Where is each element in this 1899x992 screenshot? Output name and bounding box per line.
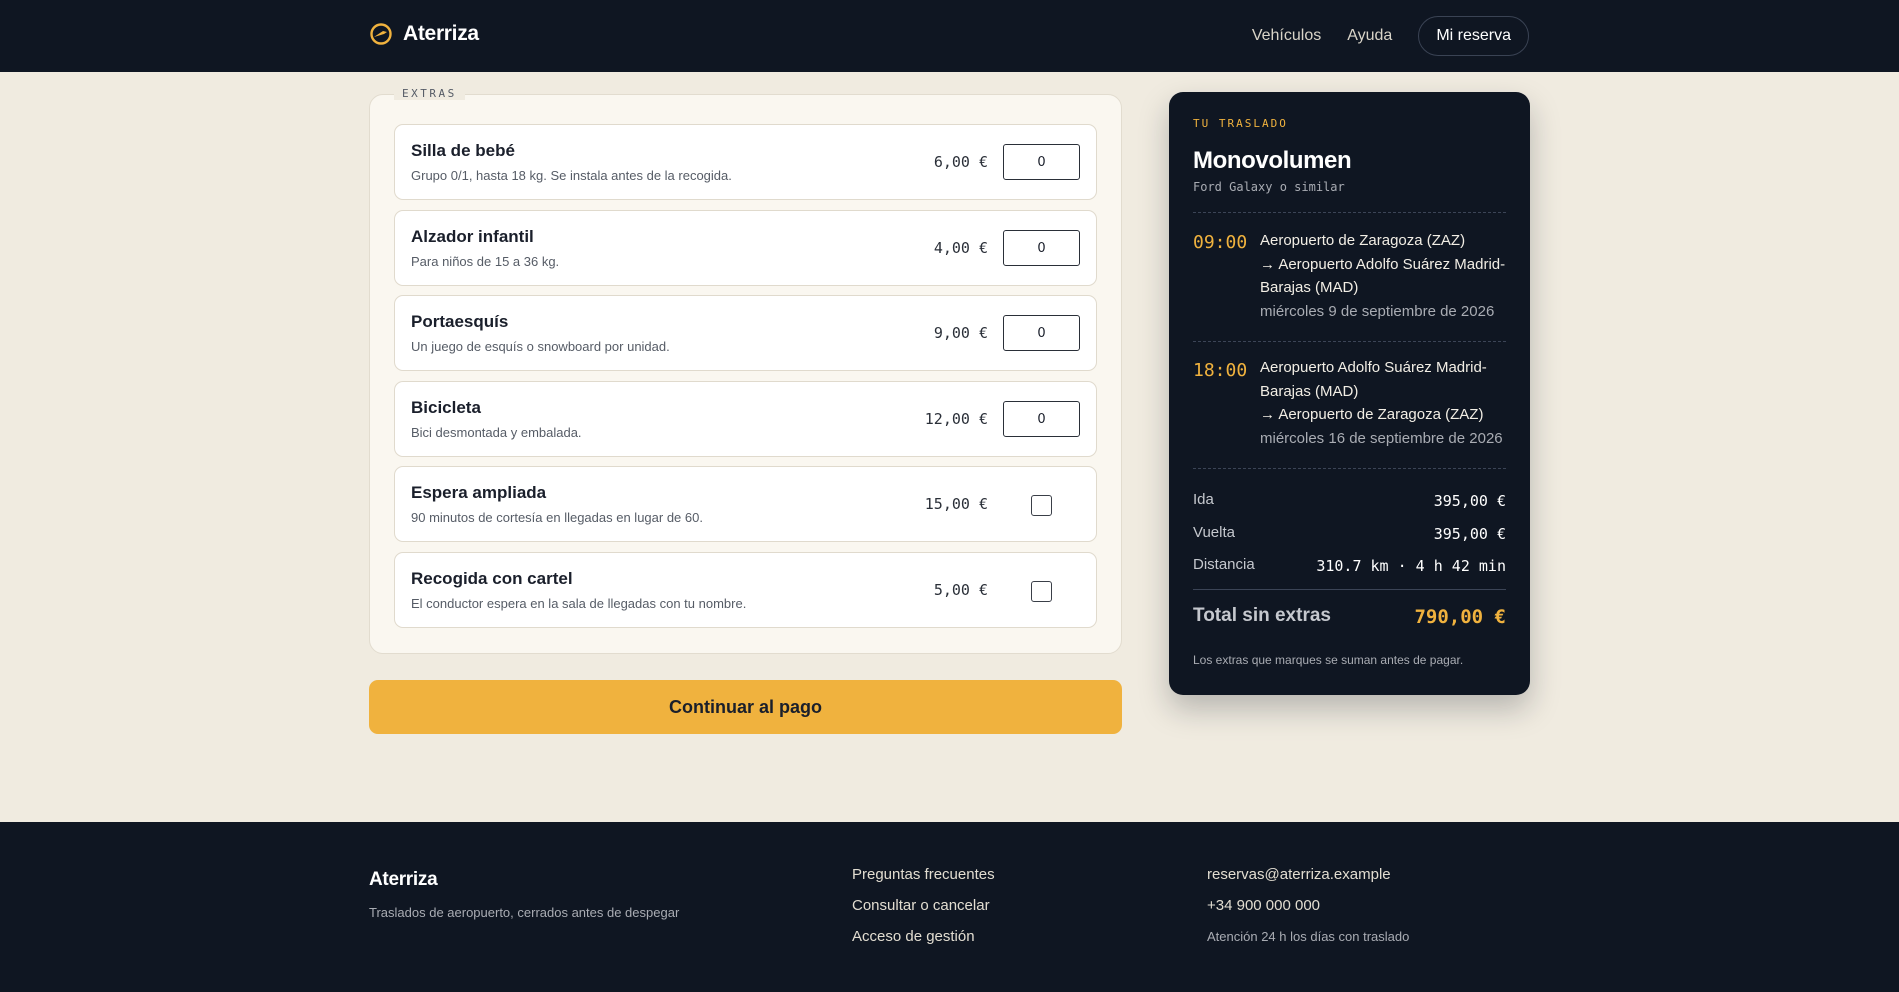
total-label: Total sin extras <box>1193 605 1331 626</box>
price-label-vuelta: Vuelta <box>1193 524 1235 541</box>
brand-link[interactable]: Aterriza <box>369 22 479 46</box>
transfer-summary-card: TU TRASLADO Monovolumen Ford Galaxy o si… <box>1169 92 1530 695</box>
brand-logo-icon <box>370 23 392 45</box>
extra-price: 12,00 € <box>924 410 988 428</box>
footer-email-link[interactable]: reservas@aterriza.example <box>1207 866 1409 897</box>
site-footer: Aterriza Traslados de aeropuerto, cerrad… <box>0 822 1899 992</box>
total-value: 790,00 € <box>1414 606 1506 628</box>
leg-date: miércoles 16 de septiembre de 2026 <box>1260 429 1503 447</box>
extra-name: Portaesquís <box>411 312 509 331</box>
extra-description: Un juego de esquís o snowboard por unida… <box>411 339 670 354</box>
quantity-input-silla-bebe[interactable] <box>1003 144 1080 180</box>
quantity-input-portaesquis[interactable] <box>1003 315 1080 351</box>
vehicle-model: Ford Galaxy o similar <box>1193 180 1345 194</box>
distance-value: 310.7 km · 4 h 42 min <box>1316 557 1506 575</box>
extra-item-espera-ampliada: Espera ampliada 90 minutos de cortesía e… <box>394 466 1097 542</box>
extra-price: 15,00 € <box>924 495 988 513</box>
top-navbar: Aterriza Vehículos Ayuda Mi reserva <box>0 0 1899 72</box>
footer-link-faq[interactable]: Preguntas frecuentes <box>852 866 995 897</box>
extra-item-alzador-infantil: Alzador infantil Para niños de 15 a 36 k… <box>394 210 1097 286</box>
leg-to: → Aeropuerto de Zaragoza (ZAZ) <box>1260 406 1484 423</box>
extra-item-recogida-cartel: Recogida con cartel El conductor espera … <box>394 552 1097 628</box>
extra-price: 5,00 € <box>933 581 988 599</box>
extra-item-portaesquis: Portaesquís Un juego de esquís o snowboa… <box>394 295 1097 371</box>
divider <box>1193 468 1506 469</box>
extra-price: 6,00 € <box>933 153 988 171</box>
leg-to: → Aeropuerto Adolfo Suárez Madrid-Baraja… <box>1260 255 1506 297</box>
extra-name: Silla de bebé <box>411 141 515 160</box>
summary-note: Los extras que marques se suman antes de… <box>1193 653 1464 667</box>
extra-price: 4,00 € <box>933 239 988 257</box>
extra-description: 90 minutos de cortesía en llegadas en lu… <box>411 510 703 525</box>
footer-link-admin-access[interactable]: Acceso de gestión <box>852 928 995 959</box>
continue-to-payment-button[interactable]: Continuar al pago <box>369 680 1122 734</box>
footer-hours: Atención 24 h los días con traslado <box>1207 929 1410 944</box>
my-booking-button[interactable]: Mi reserva <box>1418 16 1529 56</box>
divider <box>1193 212 1506 213</box>
leg-time-outbound: 09:00 <box>1193 232 1248 253</box>
leg-route-outbound: Aeropuerto de Zaragoza (ZAZ) → Aeropuert… <box>1260 229 1506 323</box>
extras-fieldset: EXTRAS Silla de bebé Grupo 0/1, hasta 18… <box>369 87 1122 654</box>
leg-time-return: 18:00 <box>1193 360 1248 381</box>
extra-price: 9,00 € <box>933 324 988 342</box>
price-value-vuelta: 395,00 € <box>1433 525 1506 543</box>
brand-name: Aterriza <box>403 22 479 45</box>
price-label-ida: Ida <box>1193 491 1214 508</box>
nav-vehiculos[interactable]: Vehículos <box>1248 27 1325 45</box>
extra-name: Bicicleta <box>411 398 481 417</box>
vehicle-name: Monovolumen <box>1193 147 1352 174</box>
nav-ayuda[interactable]: Ayuda <box>1343 27 1396 45</box>
footer-brand: Aterriza <box>369 869 438 890</box>
main-nav: Vehículos Ayuda Mi reserva <box>1248 16 1529 56</box>
extras-legend: EXTRAS <box>394 87 465 100</box>
footer-phone-link[interactable]: +34 900 000 000 <box>1207 897 1409 928</box>
extra-item-bicicleta: Bicicleta Bici desmontada y embalada. 12… <box>394 381 1097 457</box>
summary-eyebrow: TU TRASLADO <box>1193 117 1288 130</box>
divider <box>1193 589 1506 590</box>
footer-contact: reservas@aterriza.example +34 900 000 00… <box>1207 866 1409 959</box>
footer-tagline: Traslados de aeropuerto, cerrados antes … <box>369 905 680 920</box>
divider <box>1193 341 1506 342</box>
extra-name: Alzador infantil <box>411 227 534 246</box>
footer-link-manage-booking[interactable]: Consultar o cancelar <box>852 897 995 928</box>
leg-date: miércoles 9 de septiembre de 2026 <box>1260 302 1495 320</box>
extra-description: Grupo 0/1, hasta 18 kg. Se instala antes… <box>411 168 732 183</box>
quantity-input-alzador-infantil[interactable] <box>1003 230 1080 266</box>
checkbox-recogida-cartel[interactable] <box>1031 581 1052 602</box>
leg-from: Aeropuerto Adolfo Suárez Madrid-Barajas … <box>1260 359 1487 400</box>
quantity-input-bicicleta[interactable] <box>1003 401 1080 437</box>
extra-name: Recogida con cartel <box>411 569 573 588</box>
leg-from: Aeropuerto de Zaragoza (ZAZ) <box>1260 232 1466 249</box>
extra-description: Para niños de 15 a 36 kg. <box>411 254 560 269</box>
distance-label: Distancia <box>1193 556 1255 573</box>
leg-route-return: Aeropuerto Adolfo Suárez Madrid-Barajas … <box>1260 356 1506 450</box>
footer-links: Preguntas frecuentes Consultar o cancela… <box>852 866 995 959</box>
extra-item-silla-bebe: Silla de bebé Grupo 0/1, hasta 18 kg. Se… <box>394 124 1097 200</box>
extra-description: El conductor espera en la sala de llegad… <box>411 596 747 611</box>
price-value-ida: 395,00 € <box>1433 492 1506 510</box>
extra-name: Espera ampliada <box>411 483 547 502</box>
checkbox-espera-ampliada[interactable] <box>1031 495 1052 516</box>
extra-description: Bici desmontada y embalada. <box>411 425 582 440</box>
